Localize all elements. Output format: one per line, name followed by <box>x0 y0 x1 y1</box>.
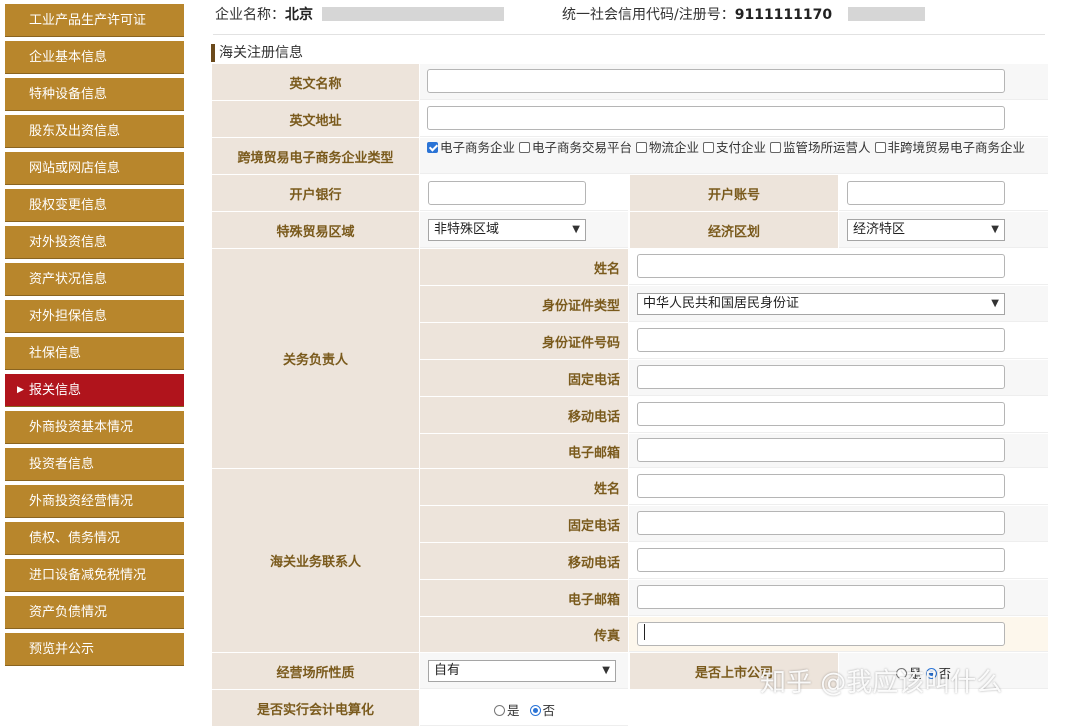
customs-head-phone-label: 固定电话 <box>420 360 628 396</box>
customs-head-id-type-label: 身份证件类型 <box>420 286 628 322</box>
premises-select[interactable]: 自有 ▼ <box>428 660 616 682</box>
english-address-input[interactable] <box>427 106 1005 130</box>
dropdown-arrow-icon: ▼ <box>572 224 580 235</box>
sidebar-item-shareholders[interactable]: 股东及出资信息 <box>5 115 184 148</box>
customs-head-label: 关务负责人 <box>212 249 419 468</box>
sidebar-item-import-tax[interactable]: 进口设备减免税情况 <box>5 559 184 592</box>
premises-label: 经营场所性质 <box>212 653 419 689</box>
dropdown-arrow-icon: ▼ <box>991 224 999 235</box>
customs-contact-name-label: 姓名 <box>420 469 628 505</box>
dropdown-arrow-icon: ▼ <box>991 298 999 309</box>
accounting-no-radio[interactable] <box>529 705 541 716</box>
customs-head-id-type-select[interactable]: 中华人民共和国居民身份证 ▼ <box>637 293 1005 315</box>
customs-contact-phone-input[interactable] <box>637 511 1005 535</box>
customs-contact-fax-label: 传真 <box>420 617 628 652</box>
bank-input[interactable] <box>428 181 586 205</box>
checkbox[interactable] <box>519 142 530 153</box>
special-zone-label: 特殊贸易区域 <box>212 212 419 248</box>
sidebar-item-foreign-operations[interactable]: 外商投资经营情况 <box>5 485 184 518</box>
ecommerce-type-label: 跨境贸易电子商务企业类型 <box>212 138 419 174</box>
customs-head-id-number-input[interactable] <box>637 328 1005 352</box>
sidebar-item-preview-publish[interactable]: 预览并公示 <box>5 633 184 666</box>
customs-contact-fax-input[interactable] <box>637 622 1005 646</box>
checkbox-checked[interactable] <box>427 142 438 153</box>
divider <box>213 34 1045 35</box>
sidebar-item-foreign-basic[interactable]: 外商投资基本情况 <box>5 411 184 444</box>
english-name-input[interactable] <box>427 69 1005 93</box>
ecommerce-type-options: 电子商务企业 电子商务交易平台 物流企业 支付企业 监管场所运营人 非跨境贸易电… <box>427 139 1047 156</box>
econ-zone-select[interactable]: 经济特区 ▼ <box>847 219 1005 241</box>
accounting-radio-group: 是 否 <box>494 700 555 719</box>
redacted-company-name <box>322 7 504 21</box>
customs-contact-email-label: 电子邮箱 <box>420 580 628 616</box>
english-address-label: 英文地址 <box>212 101 419 137</box>
accounting-label: 是否实行会计电算化 <box>212 690 419 726</box>
sidebar-item-assets[interactable]: 资产状况信息 <box>5 263 184 296</box>
customs-head-email-input[interactable] <box>637 438 1005 462</box>
sidebar-item-equity-changes[interactable]: 股权变更信息 <box>5 189 184 222</box>
redacted-credit-code <box>848 7 925 21</box>
english-name-label: 英文名称 <box>212 64 419 100</box>
company-name: 企业名称：北京 <box>215 7 313 23</box>
sidebar-item-investors[interactable]: 投资者信息 <box>5 448 184 481</box>
dropdown-arrow-icon: ▼ <box>602 665 610 676</box>
credit-code: 统一社会信用代码/注册号：9111111170 <box>562 7 833 23</box>
account-input[interactable] <box>847 181 1005 205</box>
customs-head-mobile-label: 移动电话 <box>420 397 628 433</box>
sidebar-item-debts[interactable]: 债权、债务情况 <box>5 522 184 555</box>
section-title: 海关注册信息 <box>211 44 303 62</box>
ecommerce-option-payment[interactable]: 支付企业 <box>703 140 766 155</box>
econ-zone-label: 经济区划 <box>630 212 838 248</box>
sidebar-item-customs[interactable]: ▶ 报关信息 <box>5 374 184 407</box>
customs-head-id-number-label: 身份证件号码 <box>420 323 628 359</box>
customs-head-name-label: 姓名 <box>420 249 628 285</box>
sidebar-item-special-equipment[interactable]: 特种设备信息 <box>5 78 184 111</box>
caret-right-icon: ▶ <box>17 385 24 395</box>
ecommerce-option-supervision[interactable]: 监管场所运营人 <box>770 140 871 155</box>
sidebar-item-basic-info[interactable]: 企业基本信息 <box>5 41 184 74</box>
accounting-yes-radio[interactable] <box>494 705 505 716</box>
customs-contact-mobile-input[interactable] <box>637 548 1005 572</box>
ecommerce-option-non-cross-border[interactable]: 非跨境贸易电子商务企业 <box>874 140 1025 155</box>
bank-label: 开户银行 <box>212 175 419 211</box>
ecommerce-option-logistics[interactable]: 物流企业 <box>636 140 699 155</box>
sidebar-item-social-security[interactable]: 社保信息 <box>5 337 184 370</box>
customs-contact-label: 海关业务联系人 <box>212 469 419 652</box>
watermark: 知乎 @我应该叫什么 <box>760 668 1003 698</box>
customs-contact-phone-label: 固定电话 <box>420 506 628 542</box>
customs-contact-email-input[interactable] <box>637 585 1005 609</box>
sidebar-item-investments[interactable]: 对外投资信息 <box>5 226 184 259</box>
customs-contact-name-input[interactable] <box>637 474 1005 498</box>
sidebar-item-production-license[interactable]: 工业产品生产许可证 <box>5 4 184 37</box>
customs-head-name-input[interactable] <box>637 254 1005 278</box>
checkbox[interactable] <box>770 142 781 153</box>
sidebar-item-websites[interactable]: 网站或网店信息 <box>5 152 184 185</box>
special-zone-select[interactable]: 非特殊区域 ▼ <box>428 219 586 241</box>
customs-head-phone-input[interactable] <box>637 365 1005 389</box>
sidebar-item-balance[interactable]: 资产负债情况 <box>5 596 184 629</box>
checkbox[interactable] <box>636 142 647 153</box>
customs-contact-mobile-label: 移动电话 <box>420 543 628 579</box>
text-cursor <box>644 624 645 640</box>
checkbox[interactable] <box>874 142 886 153</box>
ecommerce-option-trading-platform[interactable]: 电子商务交易平台 <box>519 140 632 155</box>
sidebar-item-guarantees[interactable]: 对外担保信息 <box>5 300 184 333</box>
checkbox[interactable] <box>703 142 714 153</box>
ecommerce-option-ecommerce-enterprise[interactable]: 电子商务企业 <box>427 140 515 155</box>
customs-head-mobile-input[interactable] <box>637 402 1005 426</box>
customs-head-email-label: 电子邮箱 <box>420 434 628 468</box>
account-label: 开户账号 <box>630 175 838 211</box>
